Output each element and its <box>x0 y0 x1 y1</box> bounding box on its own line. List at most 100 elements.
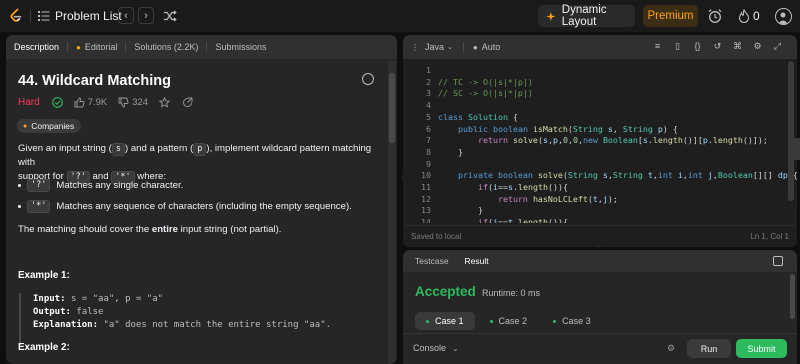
tab-testcase[interactable]: Testcase <box>415 256 449 266</box>
divider <box>67 42 69 52</box>
problem-panel: Description ● Editorial Solutions (2.2K)… <box>6 35 397 364</box>
line-number: 13 <box>421 205 431 216</box>
debug-icon[interactable]: ⚙ <box>667 343 679 355</box>
lock-icon: ● <box>472 42 478 52</box>
problem-title: 44. Wildcard Matching <box>18 73 171 89</box>
shuffle-icon[interactable] <box>163 9 177 23</box>
chevron-left-icon: ‹ <box>124 9 128 22</box>
panel-resize-handle[interactable]: ··· <box>595 244 605 250</box>
case-tab[interactable]: Case 1 <box>415 312 475 330</box>
scrollbar-thumb[interactable] <box>790 274 795 319</box>
pass-dot <box>553 319 557 323</box>
bullet-text: Matches any sequence of characters (incl… <box>56 201 352 212</box>
tab-label: Solutions (2.2K) <box>134 42 199 52</box>
case-tab[interactable]: Case 3 <box>542 312 602 330</box>
panel-layout-icon[interactable] <box>773 256 783 266</box>
example-heading: Example 1: <box>18 270 70 281</box>
line-number: 6 <box>426 123 431 134</box>
avatar[interactable] <box>775 8 792 25</box>
language-select[interactable]: Java <box>425 42 444 52</box>
line-number: 1 <box>426 65 431 75</box>
expand-icon[interactable]: ⤢ <box>772 41 783 52</box>
leetcode-logo-icon[interactable] <box>8 8 24 24</box>
example-value: s = "aa", p = "a" <box>70 294 164 304</box>
inline-code: s <box>111 143 125 156</box>
more-options-icon[interactable] <box>362 73 374 85</box>
lock-icon: ● <box>76 42 81 52</box>
panel-resize-handle[interactable]: ⋮ <box>399 173 407 189</box>
description-text: Given an input string ( <box>18 143 112 154</box>
next-problem-button[interactable]: › <box>138 7 154 24</box>
share-icon[interactable] <box>182 97 193 108</box>
chevron-up-icon: ⌄ <box>452 346 459 353</box>
auto-mode-label[interactable]: Auto <box>482 42 501 52</box>
scrollbar-thumb[interactable] <box>389 73 395 143</box>
streak-count: 0 <box>753 9 760 23</box>
drag-handle-icon[interactable]: ⋮ <box>411 43 419 52</box>
pass-dot <box>489 319 493 323</box>
divider <box>462 42 464 52</box>
description-text: ) and a pattern ( <box>124 143 194 154</box>
tab-description[interactable]: Description <box>14 42 59 52</box>
run-button[interactable]: Run <box>687 339 731 358</box>
tab-solutions[interactable]: Solutions (2.2K) <box>134 42 198 52</box>
emphasis-text: entire <box>151 224 178 235</box>
notes-side-tab[interactable] <box>788 138 800 160</box>
prev-problem-button[interactable]: ‹ <box>118 7 134 24</box>
lock-icon: ● <box>23 122 28 130</box>
console-toggle[interactable]: Console ⌄ <box>413 343 458 353</box>
line-number: 5 <box>426 111 431 122</box>
braces-icon[interactable]: {} <box>692 41 703 52</box>
dynamic-layout-button[interactable]: Dynamic Layout <box>538 4 635 28</box>
chevron-down-icon: ⌄ <box>447 44 453 51</box>
case-tab[interactable]: Case 2 <box>479 312 539 330</box>
line-number: 11 <box>421 182 431 192</box>
fire-icon[interactable] <box>738 9 750 23</box>
code-line: private boolean solve(String s,String t,… <box>457 170 797 181</box>
code-area[interactable]: 1 2 3 4 5 6 7 8 9 10 11 12 13 14 // TC -> O(|s|*|p|) … <box>403 63 797 223</box>
problem-description: The matching should cover the entire inp… <box>18 223 378 237</box>
tab-submissions[interactable]: Submissions <box>215 42 266 52</box>
divider <box>125 42 127 52</box>
tab-editorial[interactable]: ● Editorial <box>76 42 117 52</box>
dislike-count: 324 <box>132 97 149 108</box>
code-line: if(i==s.length()){ <box>477 182 568 192</box>
thumbs-up-icon[interactable] <box>74 97 85 108</box>
shortcuts-icon[interactable]: ⌘ <box>732 41 743 52</box>
code-line: } <box>438 146 463 157</box>
description-text: The matching should cover the <box>18 224 152 235</box>
case-label: Case 3 <box>562 316 591 326</box>
example-heading: Example 2: <box>18 342 70 353</box>
submit-button[interactable]: Submit <box>736 339 787 358</box>
alarm-clock-icon[interactable] <box>707 8 723 24</box>
list-icon[interactable] <box>38 10 50 22</box>
line-number: 14 <box>421 217 431 224</box>
code-editor-panel: ⋮ Java ⌄ ● Auto ≡ ▯ {} ↺ ⌘ ⚙ ⤢ 123456789… <box>403 35 797 247</box>
editor-actions: ≡ ▯ {} ↺ ⌘ ⚙ ⤢ <box>652 41 783 52</box>
problem-list-link[interactable]: Problem List <box>55 9 122 23</box>
status-accepted: Accepted <box>415 284 476 299</box>
description-scrollbar[interactable] <box>388 61 396 364</box>
solved-check-icon <box>51 97 63 108</box>
scrollbar-thumb[interactable] <box>788 61 794 201</box>
sparkle-icon <box>546 11 556 21</box>
list-item: '*' Matches any sequence of characters (… <box>18 200 352 213</box>
bookmark-icon[interactable]: ▯ <box>672 41 683 52</box>
case-label: Case 2 <box>498 316 528 326</box>
tab-result[interactable]: Result <box>465 256 489 266</box>
star-icon[interactable] <box>159 97 171 108</box>
settings-icon[interactable]: ⚙ <box>752 41 763 52</box>
companies-tag[interactable]: ● Companies <box>17 119 82 133</box>
user-icon <box>778 12 788 24</box>
code-line: return solve(s,p,0,0,new Boolean[s.lengt… <box>477 135 768 146</box>
format-icon[interactable]: ≡ <box>652 41 663 52</box>
thumbs-down-icon[interactable] <box>118 97 129 108</box>
reset-icon[interactable]: ↺ <box>712 41 723 52</box>
code-line: if(j==t.length()){ <box>477 217 568 224</box>
like-count: 7.9K <box>87 97 108 108</box>
premium-button[interactable]: Premium <box>643 5 698 27</box>
action-bar: Console ⌄ ⚙ Run Submit <box>403 333 797 364</box>
result-tabs: Testcase Result <box>403 250 797 272</box>
inline-code: '*' <box>27 200 51 213</box>
bullet-dot <box>18 205 21 208</box>
